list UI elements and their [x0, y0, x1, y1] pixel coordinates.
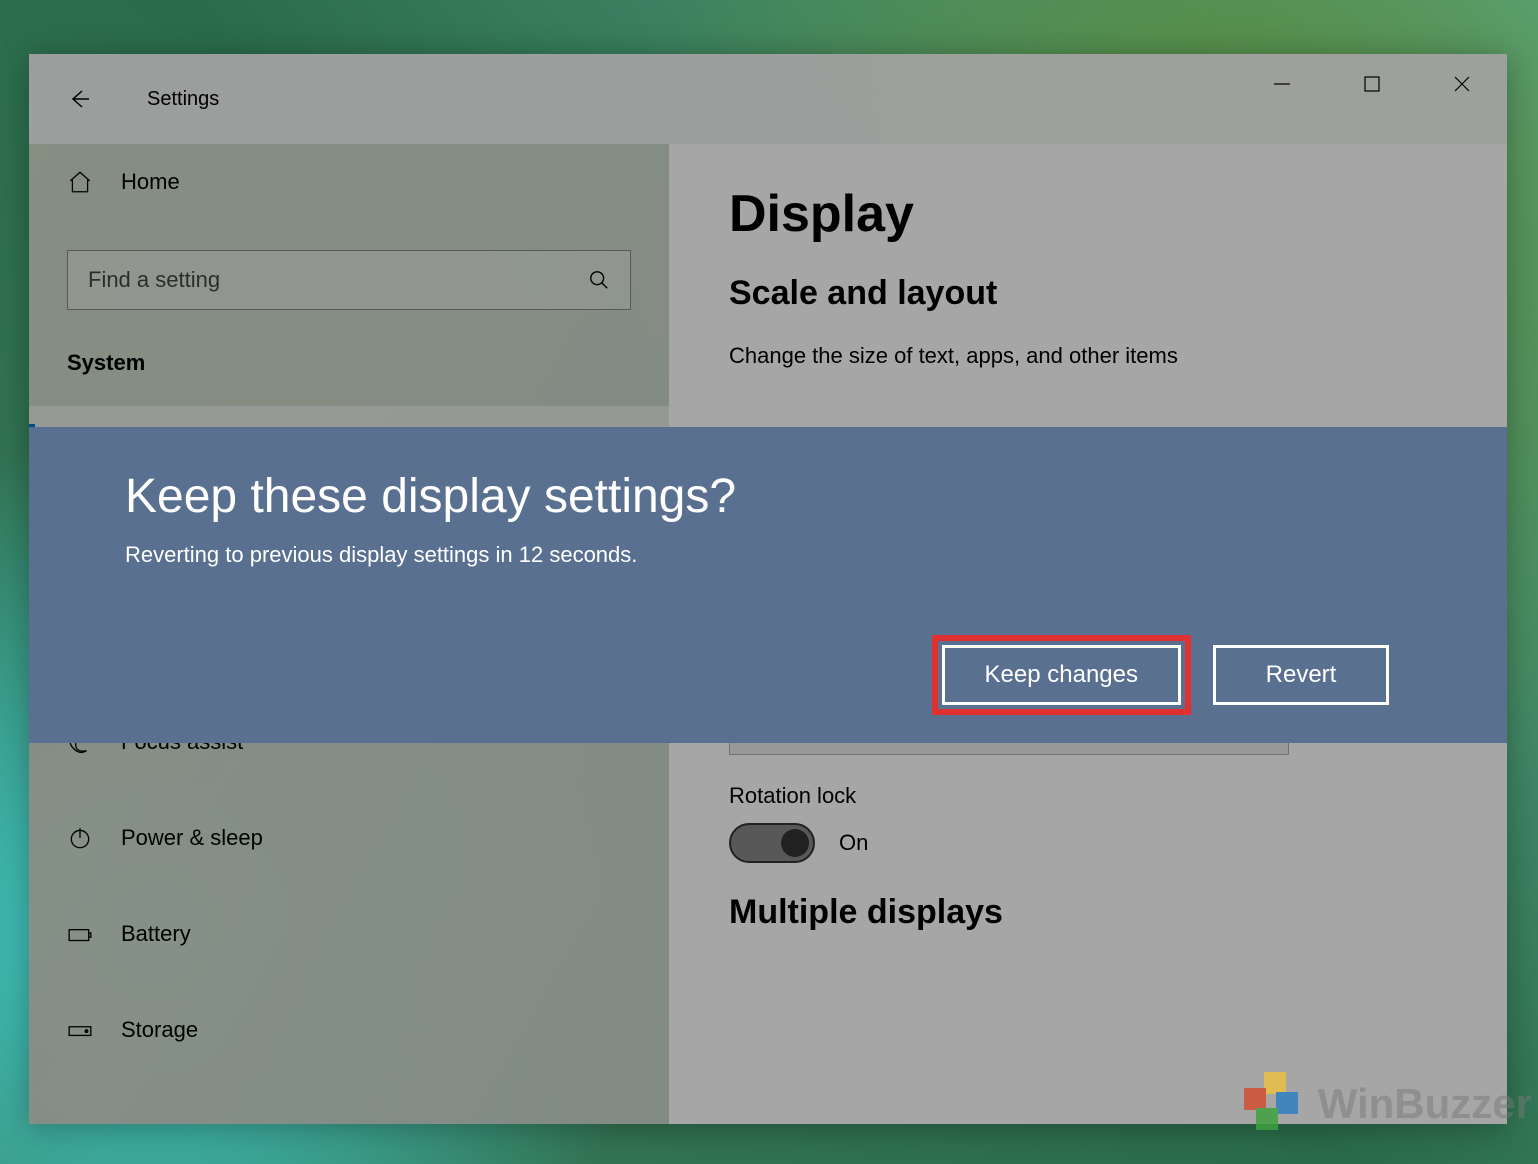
watermark-logo-icon	[1236, 1072, 1308, 1136]
watermark-text: WinBuzzer	[1318, 1080, 1532, 1128]
back-button[interactable]	[51, 71, 107, 127]
search-icon	[588, 269, 610, 291]
close-icon	[1453, 75, 1471, 93]
sidebar-home-label: Home	[121, 169, 180, 195]
keep-changes-button[interactable]: Keep changes	[942, 645, 1181, 705]
rotation-lock-label: Rotation lock	[729, 783, 1447, 809]
watermark: WinBuzzer	[1236, 1072, 1532, 1136]
sidebar-item-label: Power & sleep	[121, 825, 263, 851]
window-title: Settings	[147, 88, 219, 111]
arrow-left-icon	[67, 87, 91, 111]
sidebar-home[interactable]: Home	[29, 144, 669, 220]
power-icon	[67, 825, 93, 851]
sidebar-item-storage[interactable]: Storage	[29, 982, 669, 1078]
section-scale-layout: Scale and layout	[729, 274, 1447, 313]
storage-icon	[67, 1017, 93, 1043]
page-title: Display	[729, 184, 1447, 244]
scale-label: Change the size of text, apps, and other…	[729, 343, 1447, 369]
sidebar-item-label: Storage	[121, 1017, 198, 1043]
sidebar-item-battery[interactable]: Battery	[29, 886, 669, 982]
rotation-lock-toggle[interactable]	[729, 823, 815, 863]
window-controls	[1237, 54, 1507, 114]
titlebar: Settings	[29, 54, 1507, 144]
rotation-lock-row: On	[729, 823, 1447, 863]
search-input[interactable]	[88, 267, 588, 293]
close-button[interactable]	[1417, 54, 1507, 114]
dialog-button-row: Keep changes Revert	[125, 645, 1411, 705]
battery-icon	[67, 921, 93, 947]
maximize-button[interactable]	[1327, 54, 1417, 114]
dialog-title: Keep these display settings?	[125, 469, 1411, 524]
sidebar-item-power-sleep[interactable]: Power & sleep	[29, 790, 669, 886]
revert-button[interactable]: Revert	[1213, 645, 1389, 705]
rotation-lock-state: On	[839, 830, 868, 856]
section-multiple-displays: Multiple displays	[729, 893, 1447, 932]
search-box[interactable]	[67, 250, 631, 310]
home-icon	[67, 169, 93, 195]
sidebar-section-label: System	[29, 310, 669, 406]
dialog-message: Reverting to previous display settings i…	[125, 542, 1411, 568]
sidebar-item-label: Battery	[121, 921, 191, 947]
keep-settings-dialog: Keep these display settings? Reverting t…	[29, 427, 1507, 743]
minimize-icon	[1273, 75, 1291, 93]
minimize-button[interactable]	[1237, 54, 1327, 114]
maximize-icon	[1363, 75, 1381, 93]
